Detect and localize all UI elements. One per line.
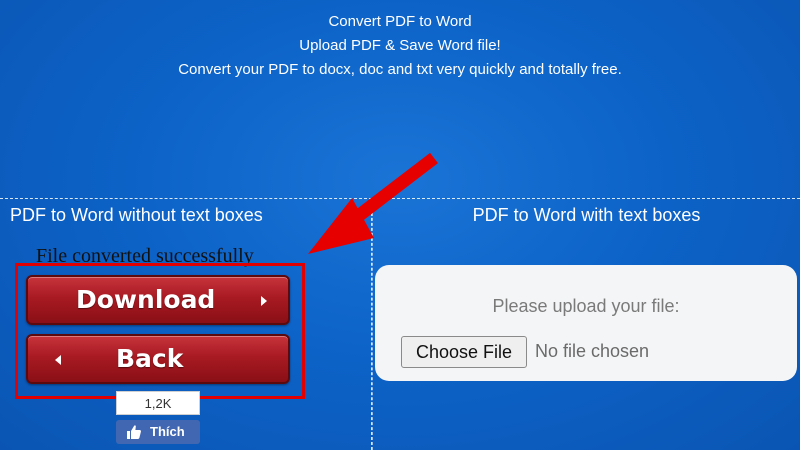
download-label: Download bbox=[76, 285, 216, 314]
hero-description: Convert your PDF to docx, doc and txt ve… bbox=[178, 61, 622, 78]
choose-file-button[interactable]: Choose File bbox=[401, 336, 527, 368]
back-button[interactable]: Back bbox=[26, 334, 290, 384]
triangle-right-icon bbox=[261, 296, 267, 306]
upload-card: Please upload your file: Choose File No … bbox=[375, 265, 797, 381]
back-label: Back bbox=[116, 344, 184, 373]
hero-subtitle: Upload PDF & Save Word file! bbox=[299, 37, 501, 54]
panel-with-text-boxes: PDF to Word with text boxes Please uploa… bbox=[372, 198, 800, 450]
thumbs-up-icon bbox=[127, 425, 141, 439]
facebook-like-button[interactable]: Thích bbox=[116, 420, 200, 444]
panel-right-title: PDF to Word with text boxes bbox=[472, 205, 701, 225]
hero-title: Convert PDF to Word bbox=[328, 13, 472, 30]
panel-left-title: PDF to Word without text boxes bbox=[10, 205, 263, 225]
highlight-frame: Download Back bbox=[15, 263, 305, 399]
like-label: Thích bbox=[150, 424, 185, 439]
upload-prompt: Please upload your file: bbox=[492, 296, 680, 316]
triangle-left-icon bbox=[55, 355, 61, 365]
file-status: No file chosen bbox=[535, 341, 650, 361]
like-count: 1,2K bbox=[116, 391, 200, 415]
hero-header: Convert PDF to Word Upload PDF & Save Wo… bbox=[0, 10, 800, 82]
download-button[interactable]: Download bbox=[26, 275, 290, 325]
panel-without-text-boxes: PDF to Word without text boxes File conv… bbox=[0, 198, 372, 450]
converter-panels: PDF to Word without text boxes File conv… bbox=[0, 198, 800, 450]
